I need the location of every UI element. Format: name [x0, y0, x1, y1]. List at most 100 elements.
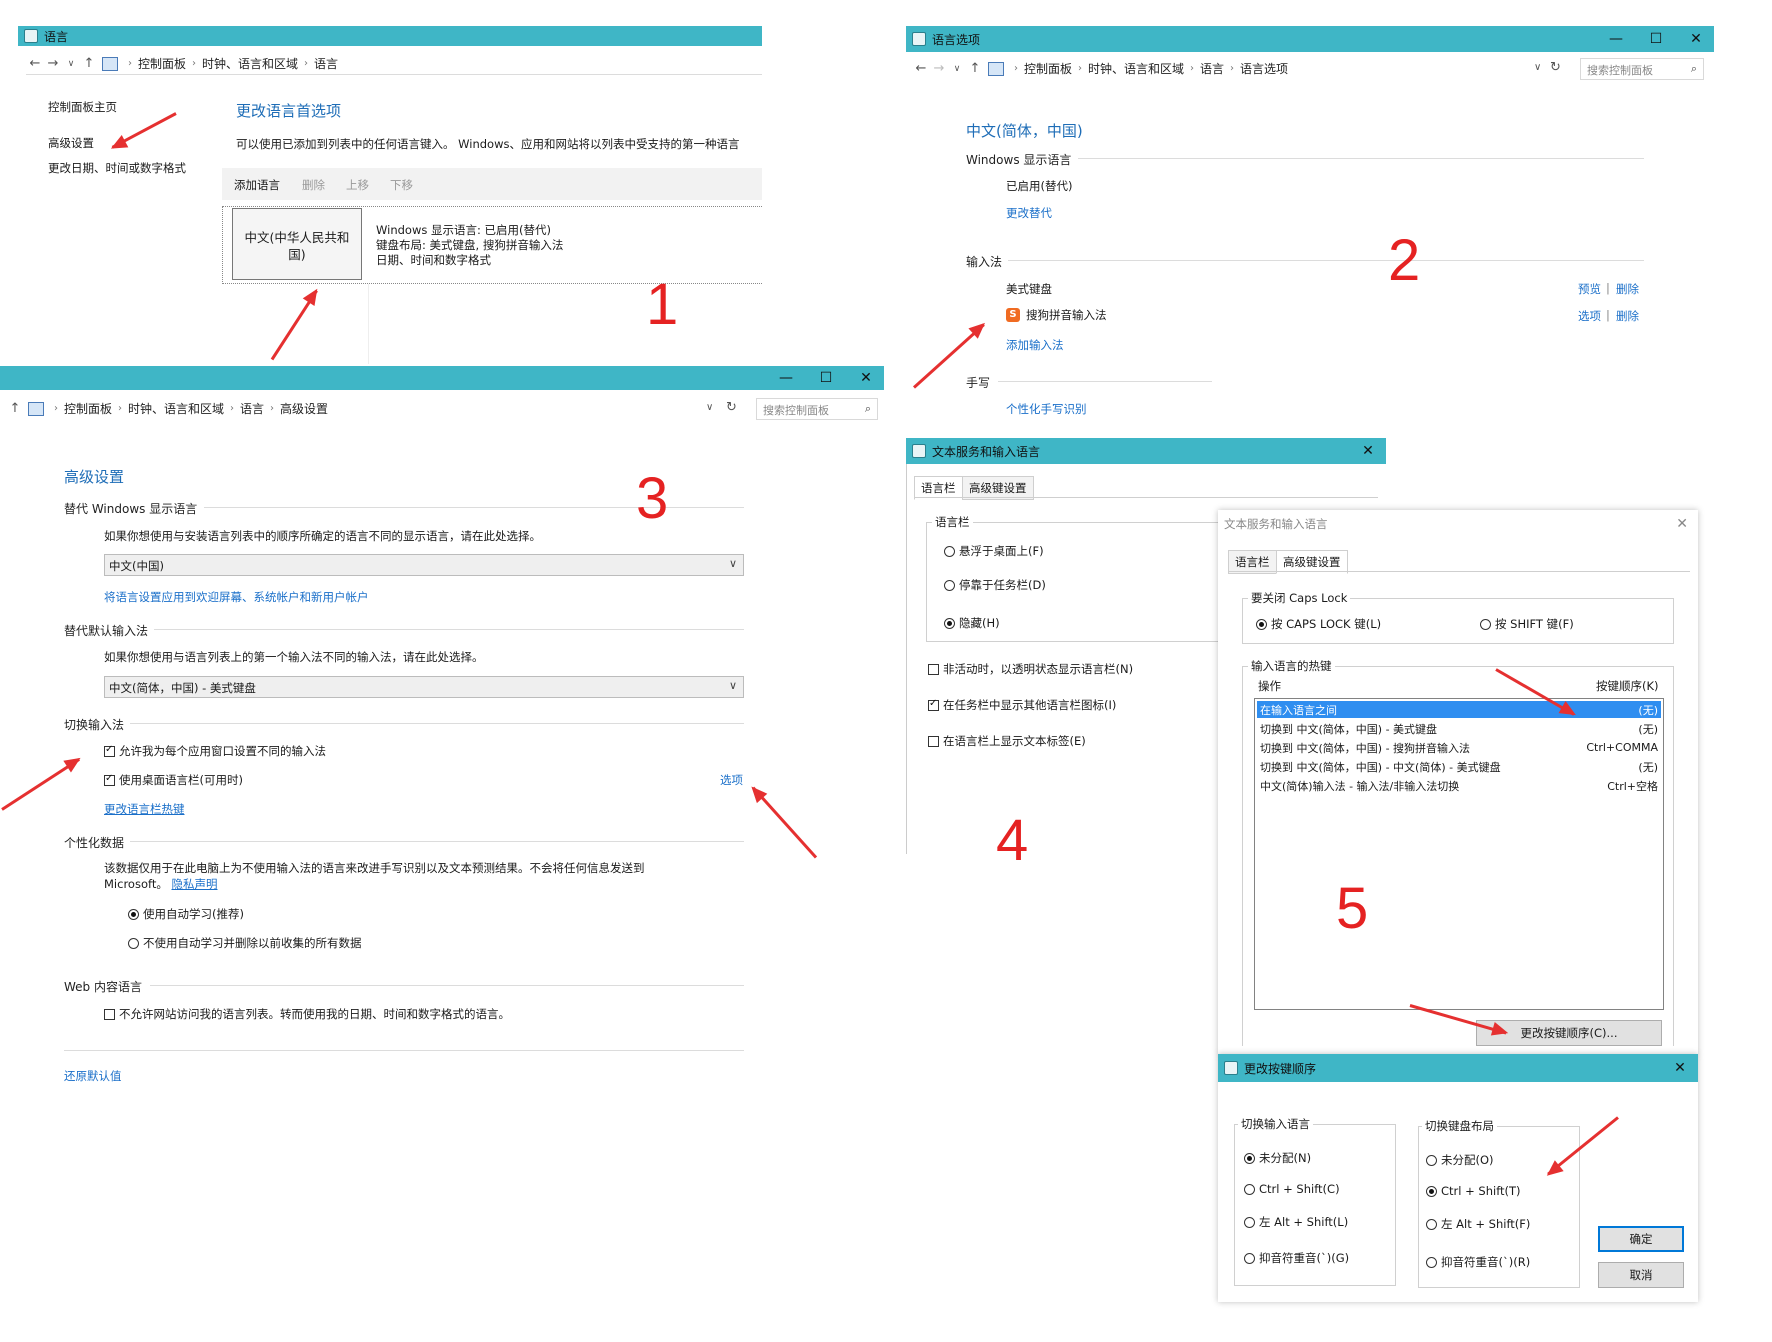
radio[interactable]	[1426, 1256, 1437, 1268]
hotkey-row[interactable]: 中文(简体)输入法 - 输入法/非输入法切换 Ctrl+空格	[1257, 777, 1661, 794]
refresh-icon[interactable]: ↻	[726, 400, 737, 415]
breadcrumb-item[interactable]: 语言	[314, 55, 338, 72]
lang-left-alt-shift-radio[interactable]: 左 Alt + Shift(L)	[1244, 1214, 1348, 1230]
breadcrumb-item[interactable]: 时钟、语言和区域	[1088, 60, 1184, 77]
forward-icon[interactable]: →	[930, 61, 948, 76]
handwriting-link[interactable]: 个性化手写识别	[1006, 401, 1087, 417]
layout-unassigned-radio[interactable]: 未分配(O)	[1426, 1152, 1494, 1168]
add-language-button[interactable]: 添加语言	[234, 177, 280, 193]
minimize-icon[interactable]: —	[768, 366, 804, 390]
breadcrumb-item[interactable]: 语言	[1200, 60, 1224, 77]
desktop-langbar-checkbox[interactable]: 使用桌面语言栏(可用时)	[104, 772, 243, 788]
radio[interactable]	[128, 937, 139, 949]
radio[interactable]	[1244, 1183, 1255, 1195]
lang-unassigned-radio[interactable]: 未分配(N)	[1244, 1150, 1311, 1166]
restore-defaults-link[interactable]: 还原默认值	[64, 1068, 122, 1084]
apply-settings-link[interactable]: 将语言设置应用到欢迎屏幕、系统帐户和新用户帐户	[104, 589, 369, 605]
hotkey-row[interactable]: 切换到 中文(简体，中国) - 搜狗拼音输入法 Ctrl+COMMA	[1257, 739, 1661, 756]
forward-icon[interactable]: →	[44, 56, 62, 71]
radio[interactable]	[1244, 1252, 1255, 1264]
refresh-icon[interactable]: ↻	[1550, 60, 1561, 75]
checkbox[interactable]	[928, 735, 939, 747]
radio[interactable]	[128, 908, 139, 920]
hidden-radio[interactable]: 隐藏(H)	[944, 615, 1000, 631]
web-language-checkbox[interactable]: 不允许网站访问我的语言列表。转而使用我的日期、时间和数字格式的语言。	[104, 1006, 510, 1022]
langbar-options-link[interactable]: 选项	[720, 772, 743, 788]
checkbox[interactable]	[928, 663, 939, 675]
radio[interactable]	[1244, 1216, 1255, 1228]
radio[interactable]	[944, 617, 955, 629]
transparent-checkbox[interactable]: 非活动时，以透明状态显示语言栏(N)	[928, 661, 1133, 677]
address-dropdown-icon[interactable]: ∨	[1534, 62, 1541, 73]
langbar-hotkeys-link[interactable]: 更改语言栏热键	[104, 801, 185, 817]
search-icon[interactable]: ⌕	[1691, 62, 1697, 76]
radio[interactable]	[1256, 618, 1267, 630]
checkbox[interactable]	[928, 698, 939, 711]
checkbox[interactable]	[104, 744, 115, 757]
remove-button[interactable]: 删除	[302, 177, 325, 193]
ime-options-link[interactable]: 选项	[1578, 308, 1601, 324]
ok-button[interactable]: 确定	[1598, 1226, 1684, 1252]
text-labels-checkbox[interactable]: 在语言栏上显示文本标签(E)	[928, 733, 1086, 749]
back-icon[interactable]: ←	[26, 56, 44, 71]
add-ime-link[interactable]: 添加输入法	[1006, 337, 1064, 353]
language-tile[interactable]: 中文(中华人民共和国)	[232, 208, 362, 280]
checkbox[interactable]	[104, 1008, 115, 1020]
layout-left-alt-shift-radio[interactable]: 左 Alt + Shift(F)	[1426, 1216, 1530, 1232]
search-icon[interactable]: ⌕	[865, 402, 871, 416]
move-up-button[interactable]: 上移	[346, 177, 369, 193]
minimize-icon[interactable]: —	[1598, 26, 1634, 52]
recent-chevron-icon[interactable]: ∨	[62, 59, 80, 69]
breadcrumb-item[interactable]: 时钟、语言和区域	[128, 400, 224, 417]
display-language-select[interactable]: 中文(中国) ∨	[104, 554, 744, 576]
radio[interactable]	[1480, 618, 1491, 630]
back-icon[interactable]: ←	[912, 61, 930, 76]
w3-search-input[interactable]: 搜索控制面板 ⌕	[756, 398, 878, 420]
address-dropdown-icon[interactable]: ∨	[706, 402, 713, 413]
breadcrumb-item[interactable]: 语言	[240, 400, 264, 417]
close-icon[interactable]: ✕	[1676, 516, 1688, 532]
ime-remove-link[interactable]: 删除	[1616, 308, 1639, 324]
hotkey-list[interactable]: 在输入语言之间 (无) 切换到 中文(简体，中国) - 美式键盘 (无) 切换到…	[1254, 698, 1664, 1010]
default-ime-select[interactable]: 中文(简体，中国) - 美式键盘 ∨	[104, 676, 744, 698]
close-icon[interactable]: ✕	[1350, 438, 1386, 464]
breadcrumb-item[interactable]: 控制面板	[1024, 60, 1072, 77]
w3-address-bar[interactable]: ↑ › 控制面板 › 时钟、语言和区域 › 语言 › 高级设置	[6, 400, 329, 417]
breadcrumb-item[interactable]: 语言选项	[1240, 60, 1288, 77]
lang-grave-accent-radio[interactable]: 抑音符重音(`)(G)	[1244, 1250, 1349, 1266]
up-icon[interactable]: ↑	[966, 61, 984, 76]
radio[interactable]	[1244, 1152, 1255, 1164]
w2-search-input[interactable]: 搜索控制面板 ⌕	[1580, 58, 1704, 80]
checkbox[interactable]	[104, 773, 115, 786]
sidebar-home-link[interactable]: 控制面板主页	[48, 99, 117, 115]
lang-ctrl-shift-radio[interactable]: Ctrl + Shift(C)	[1244, 1182, 1340, 1196]
maximize-icon[interactable]: ☐	[1638, 26, 1674, 52]
breadcrumb-item[interactable]: 高级设置	[280, 400, 328, 417]
layout-grave-accent-radio[interactable]: 抑音符重音(`)(R)	[1426, 1254, 1530, 1270]
per-app-ime-checkbox[interactable]: 允许我为每个应用窗口设置不同的输入法	[104, 743, 326, 759]
close-icon[interactable]: ✕	[1662, 1054, 1698, 1082]
breadcrumb-item[interactable]: 时钟、语言和区域	[202, 55, 298, 72]
dock-taskbar-radio[interactable]: 停靠于任务栏(D)	[944, 577, 1046, 593]
shift-key-radio[interactable]: 按 SHIFT 键(F)	[1480, 616, 1574, 632]
hotkey-row[interactable]: 切换到 中文(简体，中国) - 美式键盘 (无)	[1257, 720, 1661, 737]
auto-learning-radio[interactable]: 使用自动学习(推荐)	[128, 906, 244, 922]
up-icon[interactable]: ↑	[80, 56, 98, 71]
move-down-button[interactable]: 下移	[390, 177, 413, 193]
cancel-button[interactable]: 取消	[1598, 1262, 1684, 1288]
layout-ctrl-shift-radio[interactable]: Ctrl + Shift(T)	[1426, 1184, 1521, 1198]
taskbar-icons-checkbox[interactable]: 在任务栏中显示其他语言栏图标(I)	[928, 697, 1116, 713]
recent-chevron-icon[interactable]: ∨	[948, 64, 966, 74]
close-icon[interactable]: ✕	[1678, 26, 1714, 52]
w2-address-bar[interactable]: ← → ∨ ↑ › 控制面板 › 时钟、语言和区域 › 语言 › 语言选项	[912, 60, 1289, 77]
radio[interactable]	[1426, 1154, 1437, 1166]
maximize-icon[interactable]: ☐	[808, 366, 844, 390]
sidebar-advanced-link[interactable]: 高级设置	[48, 135, 94, 151]
radio[interactable]	[1426, 1218, 1437, 1230]
hotkey-row[interactable]: 切换到 中文(简体，中国) - 中文(简体) - 美式键盘 (无)	[1257, 758, 1661, 775]
ime-remove-link[interactable]: 删除	[1616, 281, 1639, 297]
radio[interactable]	[1426, 1185, 1437, 1197]
breadcrumb-item[interactable]: 控制面板	[64, 400, 112, 417]
sidebar-datetime-link[interactable]: 更改日期、时间或数字格式	[48, 160, 186, 176]
close-icon[interactable]: ✕	[848, 366, 884, 390]
